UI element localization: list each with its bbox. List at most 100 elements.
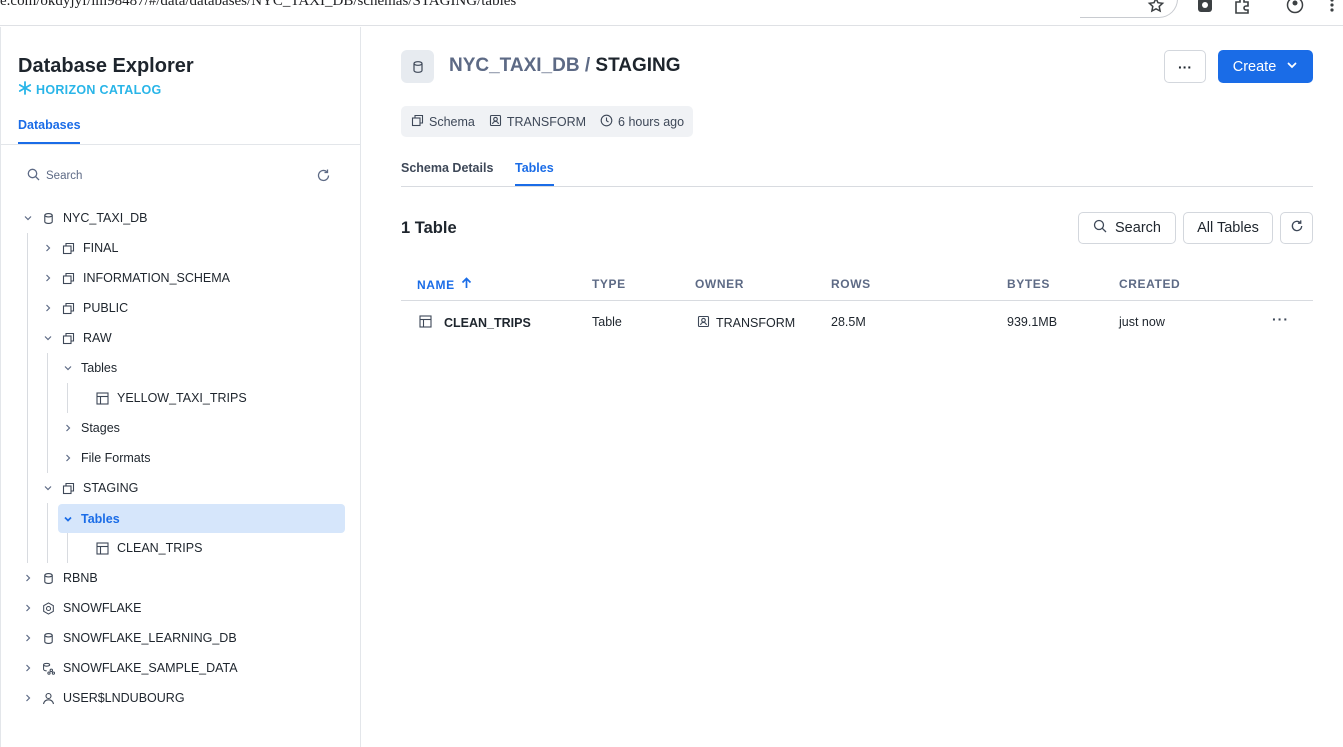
tree-item-yellow-taxi-trips[interactable]: YELLOW_TAXI_TRIPS [95, 385, 341, 411]
tree-item-label: Stages [81, 421, 120, 435]
profile-icon[interactable] [1286, 0, 1304, 14]
chevron-right-icon[interactable] [41, 301, 55, 315]
search-icon [1093, 219, 1107, 237]
chevron-right-icon[interactable] [21, 661, 35, 675]
user-icon [41, 691, 55, 705]
chevron-down-icon[interactable] [61, 512, 75, 526]
browser-url-bar[interactable]: e.com/okdyjyf/lm98487/#/data/databases/N… [0, 0, 1343, 26]
schema-meta: Schema TRANSFORM 6 hours ago [401, 106, 693, 137]
tree-item-clean-trips[interactable]: CLEAN_TRIPS [95, 535, 341, 561]
cell-owner: TRANSFORM [697, 315, 795, 331]
create-button-label: Create [1232, 58, 1277, 75]
tree-item-stages[interactable]: Stages [61, 415, 341, 441]
table-icon [95, 541, 109, 555]
tree-item-information-schema[interactable]: INFORMATION_SCHEMA [41, 265, 341, 291]
tree-item-nyc-taxi-db[interactable]: NYC_TAXI_DB [21, 205, 341, 231]
breadcrumb-database[interactable]: NYC_TAXI_DB [449, 55, 580, 76]
tree-item-label: INFORMATION_SCHEMA [83, 271, 230, 285]
tab-databases[interactable]: Databases [18, 118, 81, 132]
tree-item-snowflake-learning-db[interactable]: SNOWFLAKE_LEARNING_DB [21, 625, 341, 651]
chevron-down-icon[interactable] [41, 481, 55, 495]
tree-item-tables[interactable]: Tables [61, 355, 341, 381]
tree-item-staging[interactable]: STAGING [41, 475, 341, 501]
cell-name-text: CLEAN_TRIPS [444, 316, 531, 330]
tree-item-label: FINAL [83, 241, 119, 255]
tree-item-label: SNOWFLAKE [63, 601, 142, 615]
schema-icon [411, 114, 424, 130]
horizon-catalog-label[interactable]: HORIZON CATALOG [18, 81, 162, 98]
table-header-divider [401, 300, 1313, 301]
chevron-right-icon[interactable] [61, 451, 75, 465]
tab-tables[interactable]: Tables [515, 161, 554, 175]
schema-icon [61, 481, 75, 495]
column-header-bytes[interactable]: BYTES [1007, 277, 1050, 291]
create-button[interactable]: Create [1218, 50, 1313, 83]
table-search-button[interactable]: Search [1078, 212, 1176, 244]
tree-item-snowflake[interactable]: SNOWFLAKE [21, 595, 341, 621]
chevron-right-icon[interactable] [21, 631, 35, 645]
extension-icon[interactable] [1196, 0, 1214, 14]
url-text[interactable]: e.com/okdyjyf/lm98487/#/data/databases/N… [0, 0, 516, 10]
cell-created: just now [1119, 315, 1165, 329]
chevron-down-icon[interactable] [61, 361, 75, 375]
schema-icon [61, 331, 75, 345]
tree-item-public[interactable]: PUBLIC [41, 295, 341, 321]
column-header-name[interactable]: NAME [417, 277, 472, 292]
database-icon [41, 211, 55, 225]
table-icon [95, 391, 109, 405]
table-icon [419, 315, 432, 331]
column-header-owner[interactable]: OWNER [695, 277, 744, 291]
chevron-down-icon[interactable] [41, 331, 55, 345]
page-title: NYC_TAXI_DB / STAGING [449, 55, 681, 77]
shared-database-icon [41, 601, 55, 615]
chevron-right-icon[interactable] [21, 571, 35, 585]
all-tables-filter[interactable]: All Tables [1183, 212, 1273, 244]
tree-item-tables[interactable]: Tables [58, 504, 345, 533]
column-header-type[interactable]: TYPE [592, 277, 626, 291]
cell-owner-text: TRANSFORM [716, 316, 796, 330]
sidebar-search-input[interactable]: Search [27, 168, 82, 184]
table-search-label: Search [1115, 220, 1161, 236]
tree-item-user-lndubourg[interactable]: USER$LNDUBOURG [21, 685, 341, 711]
schema-icon [61, 301, 75, 315]
tree-item-file-formats[interactable]: File Formats [61, 445, 341, 471]
clock-icon [600, 114, 613, 130]
chevron-right-icon[interactable] [61, 421, 75, 435]
tree-item-raw[interactable]: RAW [41, 325, 341, 351]
chevron-right-icon[interactable] [41, 241, 55, 255]
column-header-rows[interactable]: ROWS [831, 277, 871, 291]
schema-icon [61, 241, 75, 255]
tree-item-snowflake-sample-data[interactable]: SNOWFLAKE_SAMPLE_DATA [21, 655, 341, 681]
database-icon [41, 631, 55, 645]
tree-item-label: PUBLIC [83, 301, 129, 315]
cell-name[interactable]: CLEAN_TRIPS [419, 315, 531, 331]
chevron-right-icon[interactable] [41, 271, 55, 285]
chevron-right-icon[interactable] [21, 691, 35, 705]
search-placeholder: Search [46, 170, 83, 182]
tree-item-final[interactable]: FINAL [41, 235, 341, 261]
chevron-down-icon[interactable] [21, 211, 35, 225]
chevron-right-icon[interactable] [21, 601, 35, 615]
meta-owner: TRANSFORM [489, 114, 586, 130]
tab-schema-details[interactable]: Schema Details [401, 161, 493, 175]
tree-guide-line [47, 353, 48, 473]
shared-data-icon [41, 661, 55, 675]
more-actions-button[interactable]: ··· [1164, 50, 1206, 83]
refresh-icon[interactable] [316, 168, 332, 184]
schema-icon [61, 271, 75, 285]
kebab-icon[interactable] [1323, 0, 1341, 14]
refresh-icon [1290, 219, 1304, 237]
table-count: 1 Table [401, 219, 457, 237]
breadcrumb-separator: / [579, 55, 596, 76]
star-icon[interactable] [1147, 0, 1165, 14]
table-refresh-button[interactable] [1280, 212, 1313, 244]
tree-item-rbnb[interactable]: RBNB [21, 565, 341, 591]
breadcrumb-schema: STAGING [595, 55, 681, 76]
tree-guide-line [47, 503, 48, 563]
puzzle-icon[interactable] [1233, 0, 1251, 14]
meta-modified: 6 hours ago [600, 114, 684, 130]
column-header-created[interactable]: CREATED [1119, 277, 1180, 291]
sort-ascending-icon [461, 277, 472, 292]
row-actions-button[interactable]: ··· [1272, 311, 1289, 327]
tree-item-label: Tables [81, 511, 120, 526]
